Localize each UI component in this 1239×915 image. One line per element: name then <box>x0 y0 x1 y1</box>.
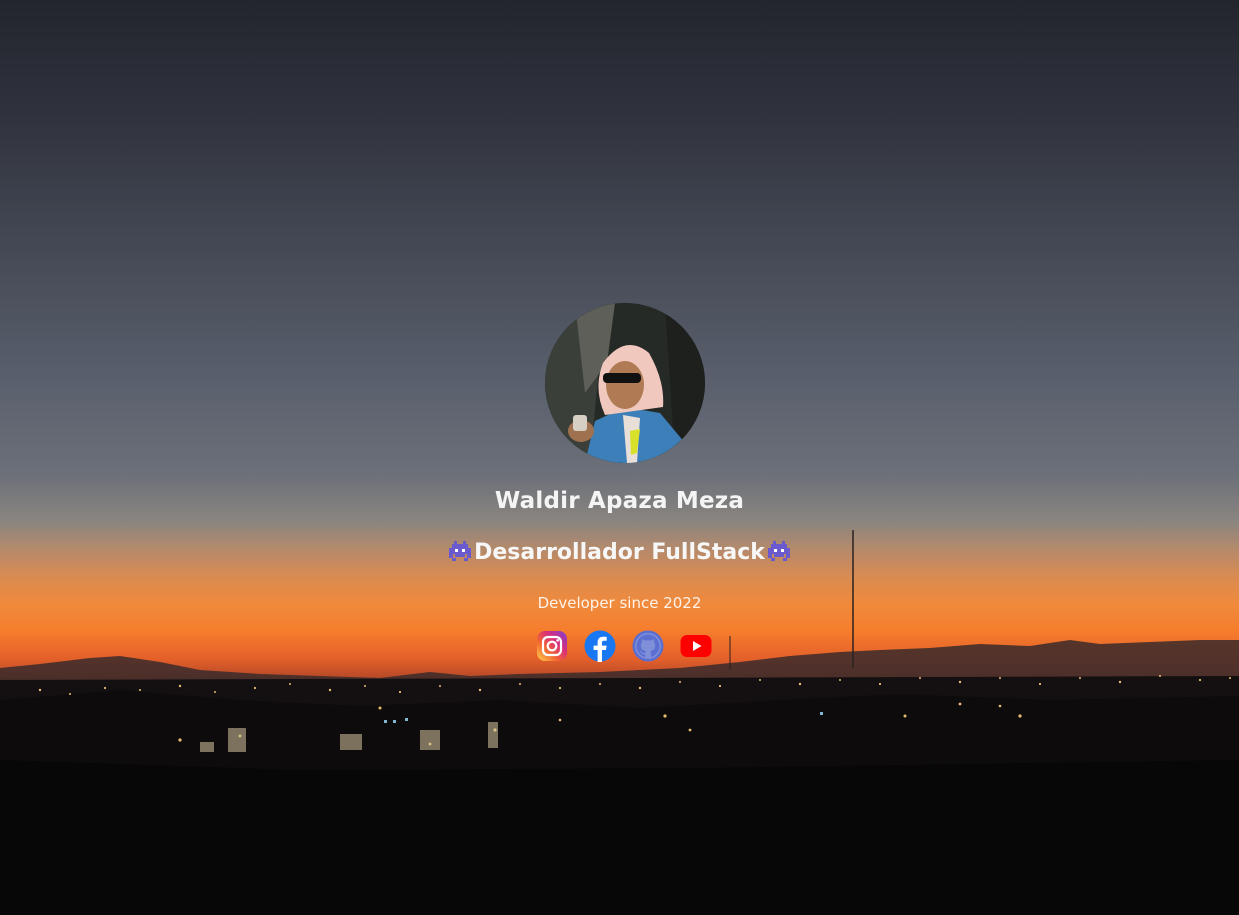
github-link[interactable] <box>632 630 664 662</box>
profile-card: Waldir Apaza Meza Desarrollador FullStac… <box>0 0 1239 915</box>
social-links <box>536 630 716 664</box>
profile-role: Desarrollador FullStack <box>0 540 1239 565</box>
page-background: Waldir Apaza Meza Desarrollador FullStac… <box>0 0 1239 915</box>
role-label: Desarrollador FullStack <box>474 540 765 565</box>
youtube-link[interactable] <box>680 630 712 662</box>
profile-name: Waldir Apaza Meza <box>494 488 745 514</box>
facebook-link[interactable] <box>584 630 616 662</box>
alien-monster-icon <box>447 539 473 563</box>
instagram-link[interactable] <box>536 630 568 662</box>
youtube-icon <box>680 635 712 657</box>
instagram-icon <box>537 631 567 661</box>
profile-tagline: Developer since 2022 <box>537 594 702 612</box>
alien-monster-icon <box>766 539 792 563</box>
avatar <box>545 303 705 463</box>
avatar-photo <box>545 303 705 463</box>
facebook-icon <box>584 630 616 662</box>
github-icon <box>632 630 664 662</box>
